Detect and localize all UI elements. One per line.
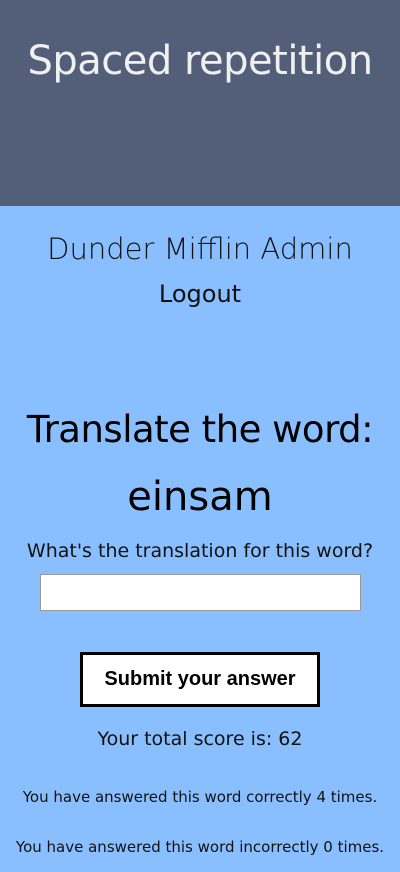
submit-answer-button[interactable]: Submit your answer: [80, 652, 320, 707]
logout-row: Logout: [0, 280, 400, 308]
answer-input[interactable]: [40, 574, 361, 611]
incorrect-count: You have answered this word incorrectly …: [15, 838, 385, 856]
total-score: Your total score is: 62: [97, 728, 303, 750]
word-to-translate: einsam: [127, 474, 273, 520]
app-header: Spaced repetition: [0, 0, 400, 206]
prompt-title: Translate the word:: [26, 408, 374, 451]
correct-count: You have answered this word correctly 4 …: [22, 788, 378, 806]
translation-question: What's the translation for this word?: [26, 540, 374, 562]
logout-link[interactable]: Logout: [159, 280, 241, 308]
app-title: Spaced repetition: [27, 38, 373, 84]
user-name: Dunder Mifflin Admin: [47, 232, 353, 266]
main-content: Dunder Mifflin Admin Logout Translate th…: [0, 206, 400, 872]
